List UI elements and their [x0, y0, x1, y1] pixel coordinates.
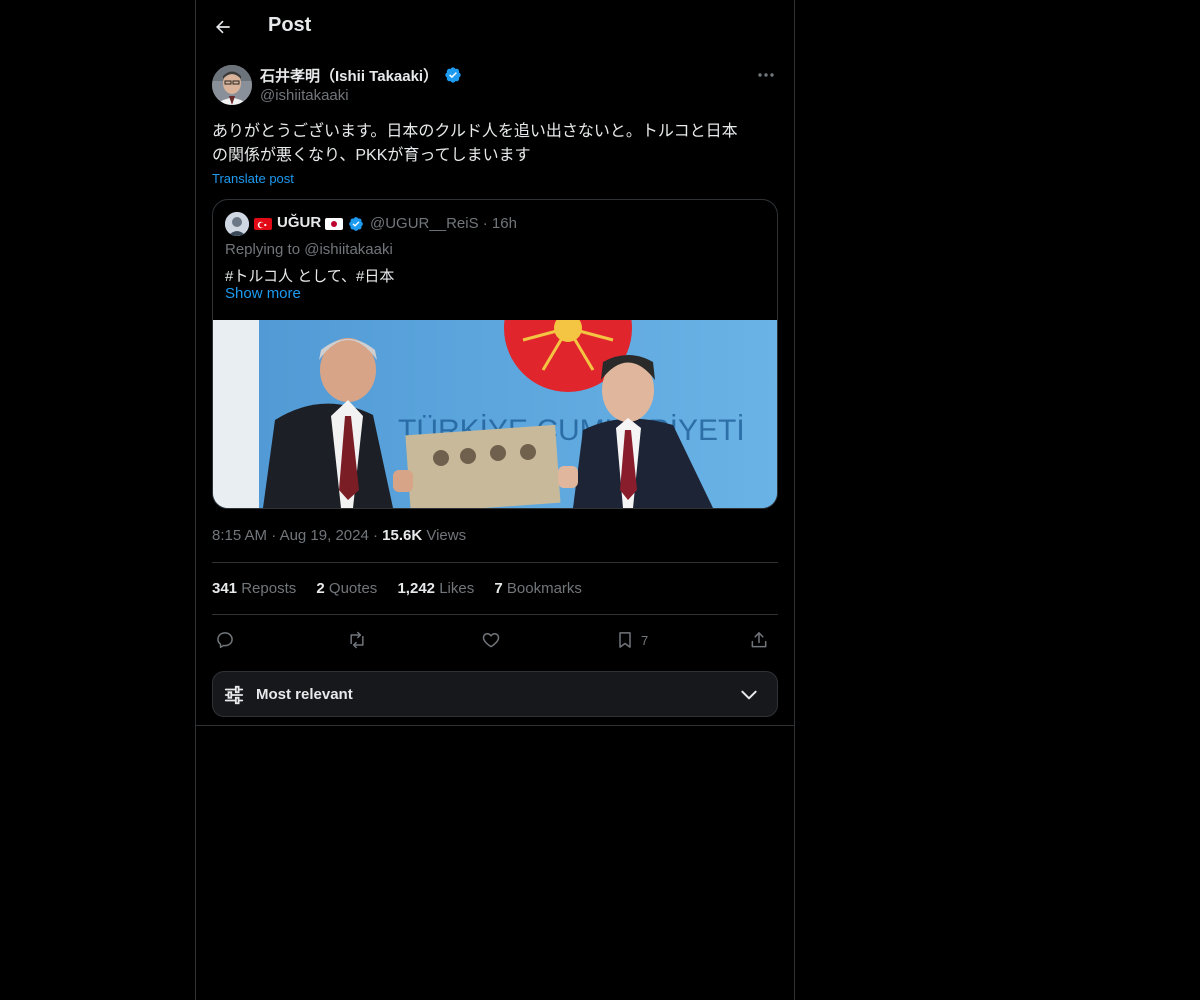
action-bar: 7	[212, 626, 778, 654]
author-name[interactable]: 石井孝明（Ishii Takaaki）	[260, 65, 438, 86]
verified-badge-icon	[349, 217, 363, 231]
post-author: 石井孝明（Ishii Takaaki） @ishiitakaaki	[212, 64, 778, 108]
avatar[interactable]	[212, 65, 252, 105]
reply-button[interactable]	[215, 626, 235, 654]
reply-icon	[217, 632, 233, 648]
engagement-stats: 341 Reposts 2 Quotes 1,242 Likes 7 Bookm…	[212, 580, 598, 597]
divider	[196, 725, 794, 726]
separator-dot: ·	[271, 527, 280, 544]
more-dots-icon	[758, 73, 774, 77]
verified-badge-icon	[445, 67, 461, 83]
bookmark-count: 7	[641, 632, 649, 648]
heart-icon	[482, 633, 500, 648]
post-timestamp: 8:15 AM · Aug 19, 2024 · 15.6K Views	[212, 527, 466, 544]
views-count: 15.6K	[382, 527, 423, 544]
divider	[212, 614, 778, 615]
quote-replying-to: Replying to @ishiitakaaki	[225, 241, 393, 258]
page-header: Post	[196, 0, 794, 54]
main-column: Post 石井孝明（Ishii Takaaki） @ishiitakaaki あ…	[195, 0, 795, 1000]
quote-media-image[interactable]: TÜRKİYE CUMHURİYETİ	[213, 320, 777, 508]
arrow-left-icon	[216, 20, 230, 34]
reply-sort-dropdown[interactable]: Most relevant	[212, 671, 778, 717]
japan-flag-icon	[325, 218, 343, 230]
more-options-button[interactable]	[754, 66, 778, 84]
views-label: Views	[426, 527, 467, 544]
post-date[interactable]: Aug 19, 2024	[280, 527, 369, 544]
share-icon	[751, 632, 767, 648]
bookmark-button[interactable]: 7	[615, 626, 648, 654]
post-text: ありがとうございます。日本のクルド人を追い出さないと。トルコと日本 の関係が悪く…	[212, 120, 778, 168]
filter-sliders-icon	[224, 685, 244, 705]
back-button[interactable]	[210, 14, 236, 40]
bookmark-icon	[619, 632, 631, 648]
quoted-post[interactable]: UĞUR @UGUR__ReiS · 16h Replying to @ishi…	[212, 199, 778, 509]
post-time[interactable]: 8:15 AM	[212, 527, 267, 544]
author-handle[interactable]: @ishiitakaaki	[260, 87, 349, 104]
translate-post-link[interactable]: Translate post	[212, 171, 294, 186]
separator-dot: ·	[372, 527, 383, 544]
post-text-line: の関係が悪くなり、PKKが育ってしまいます	[212, 147, 531, 164]
quote-avatar[interactable]	[225, 212, 249, 236]
turkey-flag-icon	[254, 218, 272, 230]
quote-text: #トルコ人 として、#日本	[225, 268, 395, 285]
post-text-line: ありがとうございます。日本のクルド人を追い出さないと。トルコと日本	[212, 123, 738, 140]
like-button[interactable]	[481, 626, 501, 654]
divider	[212, 562, 778, 563]
repost-icon	[350, 631, 364, 649]
quotes-stat[interactable]: 2 Quotes	[316, 580, 377, 597]
repost-button[interactable]	[347, 626, 367, 654]
likes-stat[interactable]: 1,242 Likes	[397, 580, 474, 597]
quote-handle-time: @UGUR__ReiS · 16h	[370, 215, 517, 232]
reposts-stat[interactable]: 341 Reposts	[212, 580, 296, 597]
bookmarks-stat[interactable]: 7 Bookmarks	[494, 580, 582, 597]
quote-author-name[interactable]: UĞUR	[277, 214, 321, 231]
page-title: Post	[268, 14, 312, 36]
chevron-down-icon	[741, 690, 757, 700]
sort-label: Most relevant	[256, 686, 353, 703]
share-button[interactable]	[749, 626, 769, 654]
show-more-link[interactable]: Show more	[225, 285, 301, 302]
